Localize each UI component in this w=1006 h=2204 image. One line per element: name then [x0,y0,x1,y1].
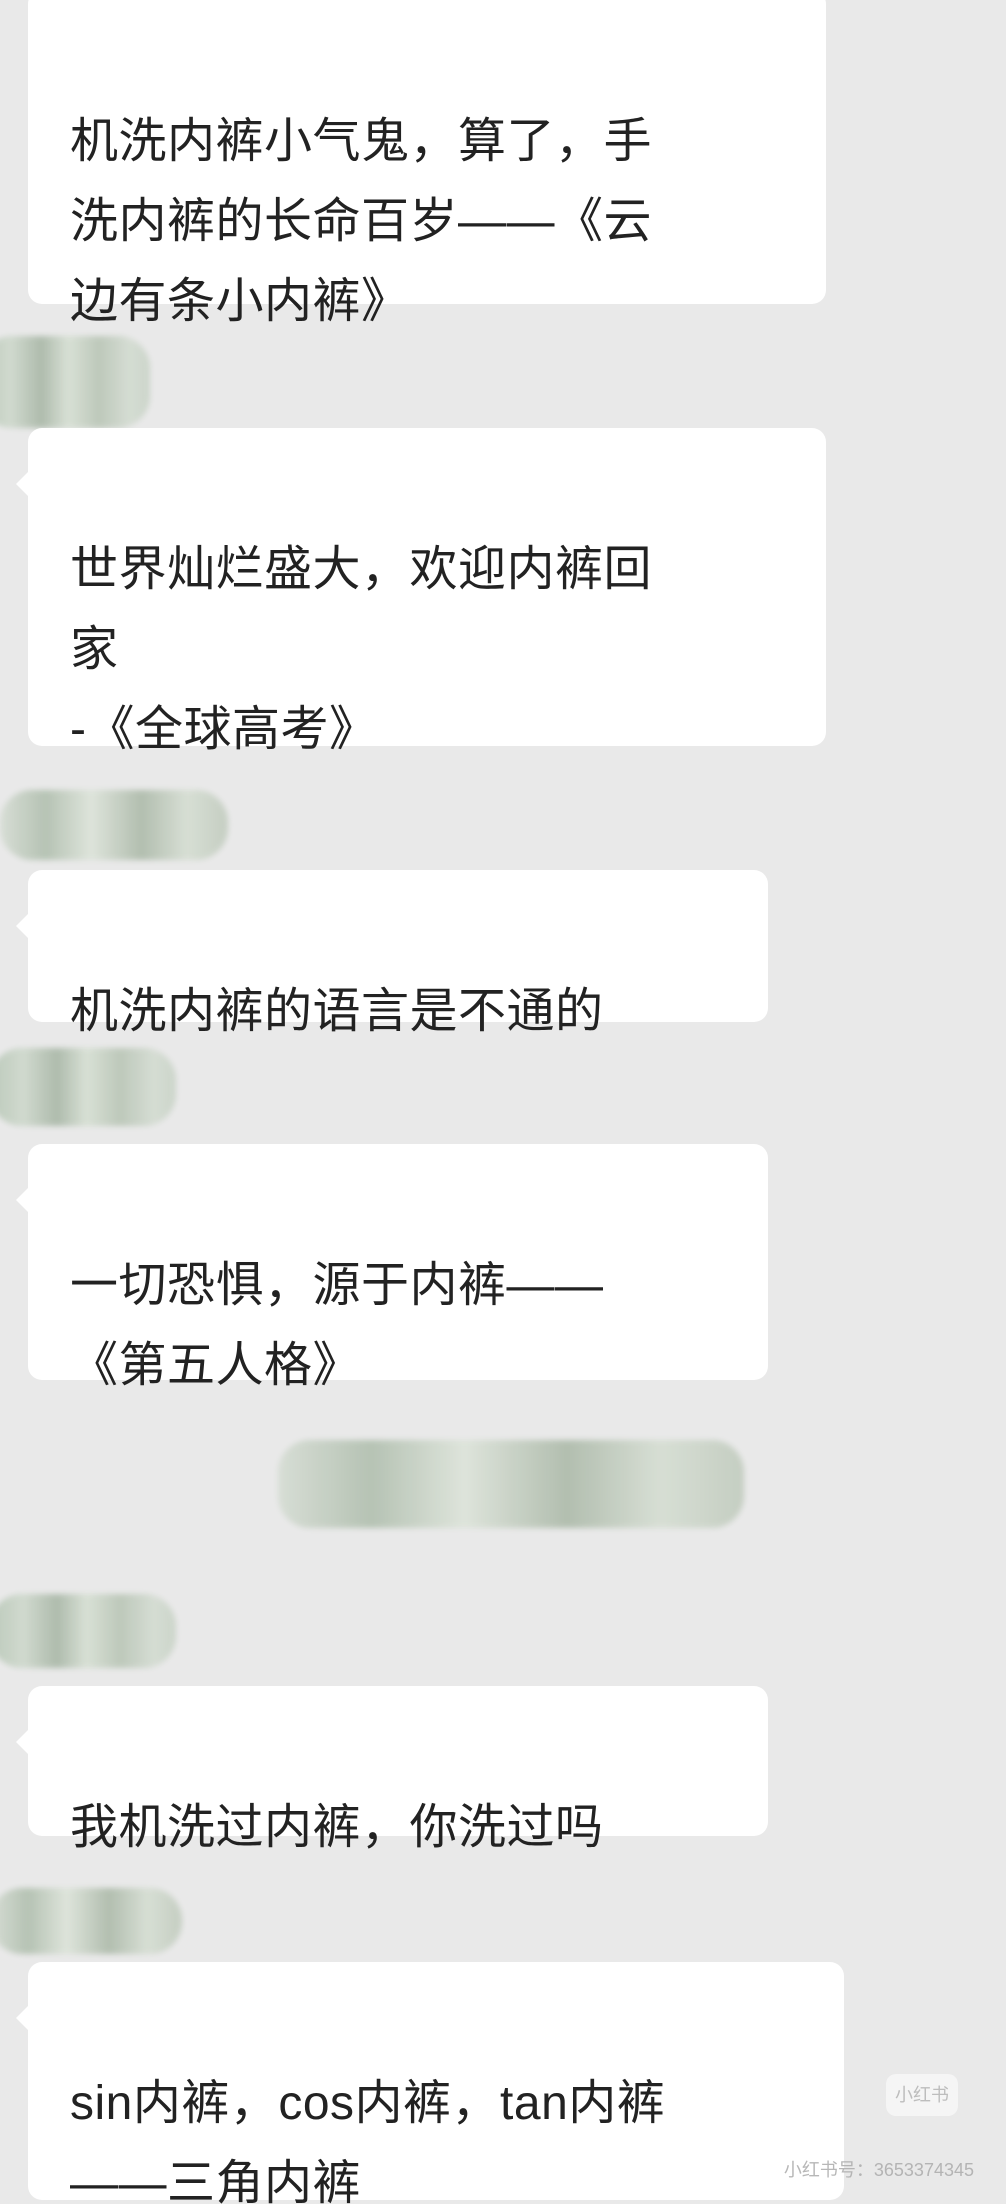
sender-name-blurred [0,1594,176,1668]
sender-name-blurred [0,336,150,428]
message-text-4: 一切恐惧，源于内裤—— 《第五人格》 [70,1259,604,1392]
xiaohongshu-logo-watermark: 小红书 [886,2074,958,2116]
message-bubble-2[interactable]: 世界灿烂盛大，欢迎内裤回 家 -《全球高考》 [16,428,826,756]
message-bubble-4[interactable]: 一切恐惧，源于内裤—— 《第五人格》 [16,1144,768,1392]
sender-name-blurred [0,1888,182,1954]
message-bubble-5[interactable]: 我机洗过内裤，你洗过吗 [16,1686,768,1854]
system-notice-blurred [278,1440,744,1528]
message-bubble-3[interactable]: 机洗内裤的语言是不通的 [16,870,768,1038]
watermark-id: 小红书号：3653374345 [783,2160,974,2180]
message-text-5: 我机洗过内裤，你洗过吗 [70,1801,604,1854]
message-bubble-6[interactable]: sin内裤，cos内裤，tan内裤 ——三角内裤 [16,1962,844,2204]
message-text-3: 机洗内裤的语言是不通的 [70,985,604,1038]
message-text-1: 机洗内裤小气鬼，算了，手 洗内裤的长命百岁——《云 边有条小内裤》 [70,115,653,328]
sender-name-blurred [0,1048,176,1126]
message-bubble-1[interactable]: 机洗内裤小气鬼，算了，手 洗内裤的长命百岁——《云 边有条小内裤》 [28,0,826,328]
watermark-logo-text: 小红书 [895,2085,949,2105]
chat-screen: 机洗内裤小气鬼，算了，手 洗内裤的长命百岁——《云 边有条小内裤》 世界灿烂盛大… [0,0,1006,2204]
sender-name-blurred [0,790,228,860]
message-text-2: 世界灿烂盛大，欢迎内裤回 家 -《全球高考》 [70,543,653,756]
message-text-6: sin内裤，cos内裤，tan内裤 ——三角内裤 [70,2077,666,2204]
